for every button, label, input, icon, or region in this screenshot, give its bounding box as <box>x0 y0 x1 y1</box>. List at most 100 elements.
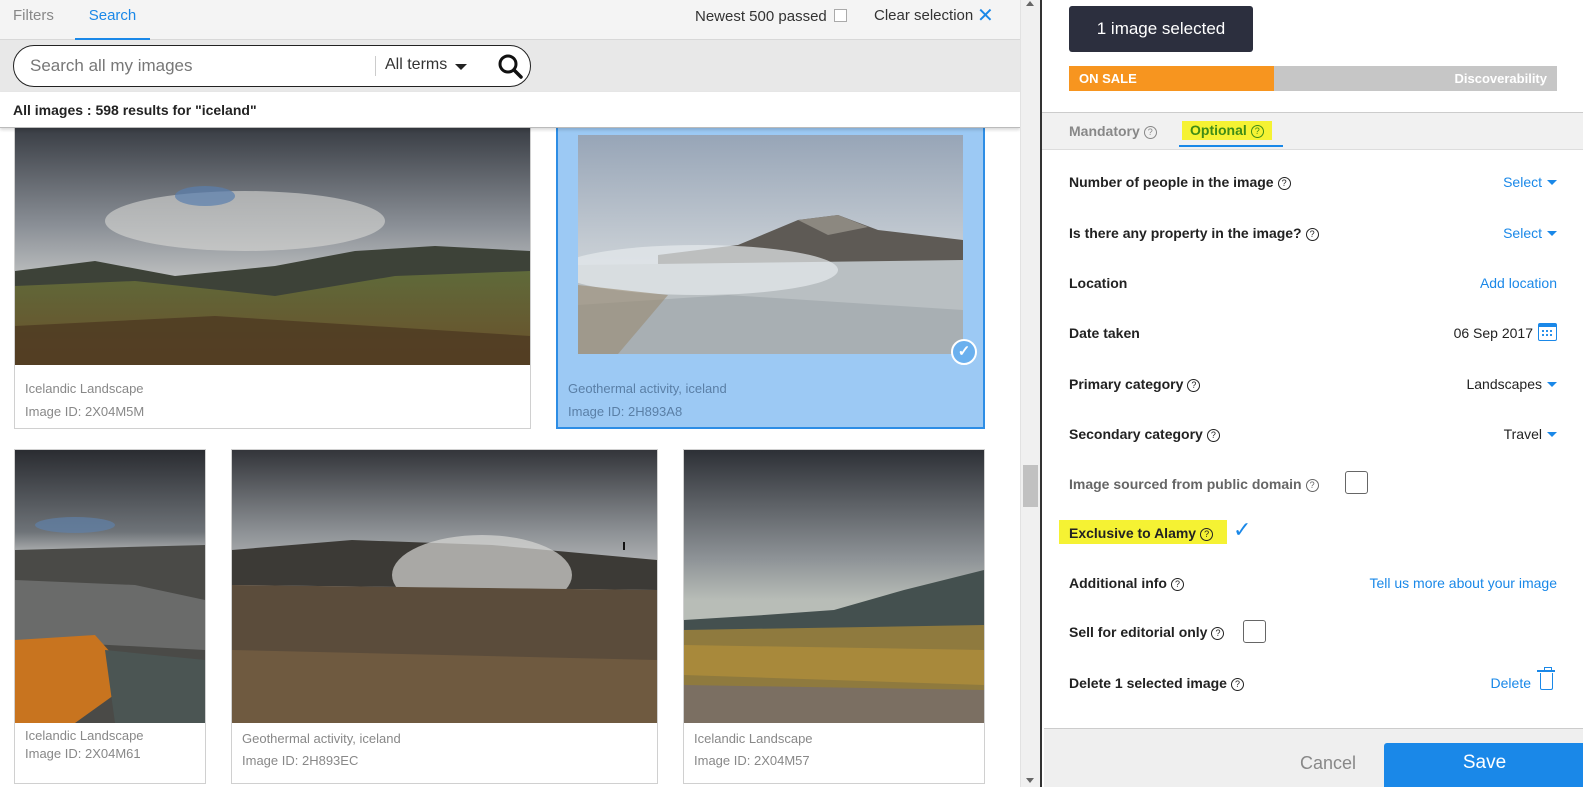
image-card-selected[interactable]: ✓ Geothermal activity, iceland Image ID:… <box>556 110 985 429</box>
image-title: Icelandic Landscape <box>694 731 813 746</box>
delete-link[interactable]: Delete <box>1491 675 1531 691</box>
help-icon[interactable]: ? <box>1143 126 1157 139</box>
images-selected-button[interactable]: 1 image selected <box>1069 6 1253 52</box>
on-sale-label: ON SALE <box>1079 71 1137 86</box>
field-secondary-category: Secondary category? Travel <box>1069 423 1557 447</box>
cancel-button[interactable]: Cancel <box>1300 753 1356 774</box>
select-value: Travel <box>1503 426 1542 442</box>
help-icon[interactable]: ? <box>1305 228 1319 241</box>
select-value: Landscapes <box>1466 376 1542 392</box>
scrollbar-thumb[interactable] <box>1023 465 1038 507</box>
add-location-link[interactable]: Add location <box>1480 275 1557 291</box>
field-label: Location <box>1069 275 1128 291</box>
field-label: Delete 1 selected image? <box>1069 675 1244 691</box>
field-label: Is there any property in the image?? <box>1069 225 1319 241</box>
image-card[interactable]: Icelandic Landscape Image ID: 2X04M5M <box>14 110 531 429</box>
field-label: Additional info? <box>1069 575 1184 591</box>
calendar-icon[interactable] <box>1538 323 1557 341</box>
image-title: Geothermal activity, iceland <box>242 731 401 746</box>
select-value: Select <box>1503 174 1542 190</box>
property-select[interactable]: Select <box>1503 225 1557 241</box>
field-exclusive: Exclusive to Alamy? ✓ <box>1059 517 1557 546</box>
active-tab-indicator <box>1179 145 1283 147</box>
tab-optional[interactable]: Optional? <box>1182 121 1272 140</box>
help-icon[interactable]: ? <box>1170 578 1184 591</box>
terms-dropdown[interactable]: All terms <box>385 56 447 74</box>
editorial-checkbox[interactable] <box>1243 620 1266 643</box>
field-label: Image sourced from public domain? <box>1069 476 1319 492</box>
field-label: Number of people in the image? <box>1069 174 1291 190</box>
chevron-down-icon <box>1547 432 1557 437</box>
help-icon[interactable]: ? <box>1211 627 1225 640</box>
image-thumbnail[interactable] <box>578 135 963 354</box>
scroll-up-arrow-icon[interactable] <box>1026 1 1034 6</box>
scrollbar[interactable] <box>1020 0 1040 787</box>
field-delete: Delete 1 selected image? Delete <box>1069 667 1557 696</box>
scroll-down-arrow-icon[interactable] <box>1026 778 1034 783</box>
help-icon[interactable]: ? <box>1305 479 1319 492</box>
chevron-down-icon[interactable] <box>455 64 467 70</box>
field-editorial: Sell for editorial only? <box>1069 620 1557 645</box>
image-thumbnail[interactable] <box>15 450 205 723</box>
field-label-text: Secondary category <box>1069 426 1203 442</box>
search-input[interactable] <box>30 54 370 78</box>
image-id: Image ID: 2H893A8 <box>568 404 683 419</box>
help-icon[interactable]: ? <box>1277 177 1291 190</box>
image-id: Image ID: 2X04M61 <box>25 746 141 761</box>
field-label-text: Number of people in the image <box>1069 174 1274 190</box>
field-label-text: Delete 1 selected image <box>1069 675 1227 691</box>
help-icon[interactable]: ? <box>1206 429 1220 442</box>
field-label-text: Is there any property in the image? <box>1069 225 1302 241</box>
chevron-down-icon <box>1547 382 1557 387</box>
help-icon[interactable]: ? <box>1200 528 1214 541</box>
image-thumbnail[interactable] <box>15 111 530 365</box>
date-value[interactable]: 06 Sep 2017 <box>1454 325 1533 341</box>
exclusive-checkmark-icon[interactable]: ✓ <box>1233 517 1251 543</box>
trash-icon[interactable] <box>1537 667 1555 690</box>
field-public-domain: Image sourced from public domain? <box>1069 471 1557 497</box>
help-icon[interactable]: ? <box>1250 125 1264 138</box>
field-people: Number of people in the image? Select <box>1069 171 1557 195</box>
primary-category-select[interactable]: Landscapes <box>1466 376 1557 392</box>
search-row: All terms <box>0 40 1020 92</box>
results-count: All images : 598 results for "iceland" <box>13 102 257 118</box>
tab-filters[interactable]: Filters <box>13 0 54 40</box>
image-card[interactable]: Geothermal activity, iceland Image ID: 2… <box>231 449 658 784</box>
close-icon[interactable]: ✕ <box>977 6 994 26</box>
metadata-panel: 1 image selected ON SALE Discoverability… <box>1040 0 1583 787</box>
image-title: Icelandic Landscape <box>25 728 144 743</box>
field-label-text: Sell for editorial only <box>1069 624 1208 640</box>
image-browser: Filters Search Newest 500 passed Clear s… <box>0 0 1020 787</box>
save-button[interactable]: Save <box>1384 743 1583 787</box>
public-domain-checkbox[interactable] <box>1345 471 1368 494</box>
image-thumbnail[interactable] <box>684 450 984 723</box>
field-property: Is there any property in the image?? Sel… <box>1069 222 1557 246</box>
people-select[interactable]: Select <box>1503 174 1557 190</box>
tab-mandatory[interactable]: Mandatory? <box>1069 123 1157 139</box>
results-summary: All images : 598 results for "iceland" <box>0 92 1020 128</box>
secondary-category-select[interactable]: Travel <box>1504 426 1557 442</box>
field-label: Secondary category? <box>1069 426 1220 442</box>
additional-info-link[interactable]: Tell us more about your image <box>1369 575 1557 591</box>
image-id: Image ID: 2X04M57 <box>694 753 810 768</box>
image-card[interactable]: Icelandic Landscape Image ID: 2X04M61 <box>14 449 206 784</box>
newest-500-checkbox[interactable] <box>834 9 847 22</box>
help-icon[interactable]: ? <box>1187 379 1201 392</box>
clear-selection-link[interactable]: Clear selection <box>874 7 973 24</box>
image-id: Image ID: 2X04M5M <box>25 404 145 419</box>
image-thumbnail[interactable] <box>232 450 657 723</box>
field-label: Sell for editorial only? <box>1069 624 1225 640</box>
field-label-text: Additional info <box>1069 575 1167 591</box>
app-window: Filters Search Newest 500 passed Clear s… <box>0 0 1583 787</box>
help-icon[interactable]: ? <box>1230 678 1244 691</box>
field-label: Primary category? <box>1069 376 1201 392</box>
top-tab-bar: Filters Search Newest 500 passed Clear s… <box>0 0 1020 40</box>
selected-check-icon[interactable]: ✓ <box>951 339 977 365</box>
image-card[interactable]: Icelandic Landscape Image ID: 2X04M57 <box>683 449 985 784</box>
tab-search[interactable]: Search <box>75 0 150 40</box>
field-location: Location Add location <box>1069 272 1557 296</box>
field-label-text: Primary category <box>1069 376 1184 392</box>
search-box: All terms <box>13 45 531 87</box>
tab-optional-label: Optional <box>1190 122 1247 138</box>
search-icon[interactable] <box>497 53 523 79</box>
